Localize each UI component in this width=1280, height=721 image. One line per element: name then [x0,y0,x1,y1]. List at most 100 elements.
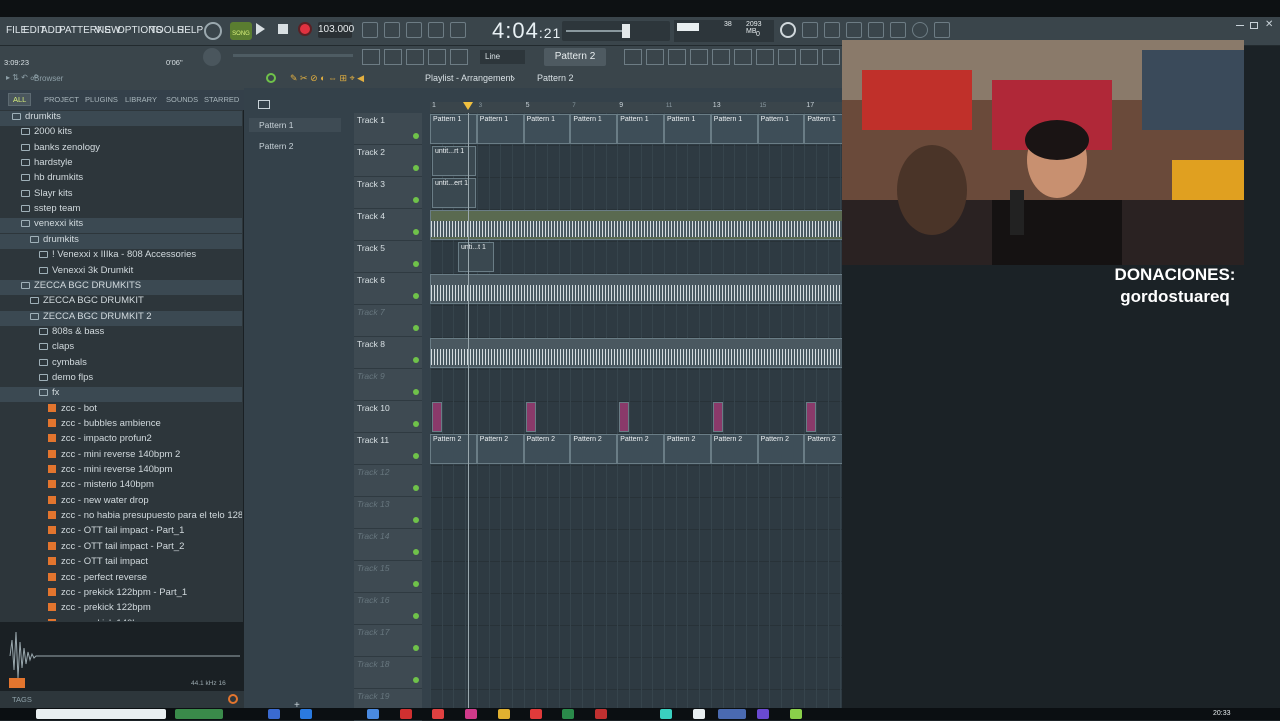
online-icon[interactable] [780,22,796,38]
pattern-2-clip[interactable]: Pattern 2 [523,434,571,464]
one-shot-clip-track-10[interactable] [432,402,442,432]
browser-file-item[interactable]: zcc - no habia presupuesto para el telo … [0,510,242,525]
track-mute-led[interactable] [413,517,419,523]
menu-help[interactable]: HELP [177,25,203,36]
stop-icon[interactable] [278,24,288,34]
browser-folder-item[interactable]: drumkits [0,111,242,126]
audio-clip-track-4[interactable] [430,210,850,240]
pattern-selector[interactable]: Pattern 2 [544,48,606,66]
tool-icons[interactable]: ✎ ✂ ⊘ ◐ ⇔ ⊞ ⌖ ◀ [290,73,364,84]
browser-folder-item[interactable]: banks zenology [0,142,242,157]
track-header[interactable]: Track 6 [354,273,422,305]
one-shot-clip-track-10[interactable] [712,402,723,432]
cpu-dial-icon[interactable] [204,22,222,40]
track-mute-led[interactable] [413,485,419,491]
browser-folder-item[interactable]: Venexxi 3k Drumkit [0,265,242,280]
track-mute-led[interactable] [413,133,419,139]
piano-icon[interactable] [668,49,686,65]
stamp-icon[interactable] [450,49,468,65]
browser-folder-item[interactable]: claps [0,341,242,356]
track-header[interactable]: Track 14 [354,529,422,561]
tempo-display[interactable]: 103.000 [318,22,354,38]
pattern-item-1[interactable]: Pattern 1 [249,118,341,132]
pattern-1-clip[interactable]: Pattern 1 [523,114,571,144]
audio-clip-track-2[interactable]: untit...rt 1 [432,146,476,176]
track-header[interactable]: Track 8 [354,337,422,369]
track-mute-led[interactable] [413,645,419,651]
browser-folder-item[interactable]: ZECCA BGC DRUMKIT 2 [0,310,242,326]
file-icon[interactable] [734,49,752,65]
pattern-2-clip[interactable]: Pattern 2 [757,434,805,464]
taskbar-app6-icon[interactable] [562,709,574,719]
track-header[interactable]: Track 5 [354,241,422,273]
volume-handle[interactable] [622,24,630,38]
browser-folder-item[interactable]: hardstyle [0,157,242,172]
browser-file-item[interactable]: zcc - OTT tail impact - Part_2 [0,541,242,556]
taskbar-chrome-icon[interactable] [530,709,542,719]
pattern-1-clip[interactable]: Pattern 1 [476,114,524,144]
close-icon[interactable]: ✕ [1265,19,1273,30]
track-mute-led[interactable] [413,357,419,363]
track-header[interactable]: Track 17 [354,625,422,657]
taskbar-app2-icon[interactable] [400,709,412,719]
song-mode-toggle[interactable]: SONG [230,22,252,40]
track-mute-led[interactable] [413,677,419,683]
tab-starred[interactable]: STARRED [204,95,239,104]
countdown-icon[interactable] [406,22,422,38]
track-mute-led[interactable] [413,293,419,299]
step-edit-icon[interactable] [428,22,444,38]
taskbar-app4-icon[interactable] [465,709,477,719]
browser-folder-item[interactable]: 2000 kits [0,126,242,141]
track-header[interactable]: Track 9 [354,369,422,401]
tools-icon[interactable] [802,22,818,38]
channel-rack-icon[interactable] [646,49,664,65]
pattern-1-clip[interactable]: Pattern 1 [710,114,758,144]
audio-clip-track-3[interactable]: untit...ert 1 [432,178,476,208]
taskbar-app3-icon[interactable] [432,709,444,719]
metronome-icon[interactable] [362,22,378,38]
browser-folder-item[interactable]: 808s & bass [0,326,242,341]
master-pitch-slider[interactable] [233,54,353,57]
browser-file-item[interactable]: zcc - prekick 140bpm [0,618,242,621]
pattern-1-clip[interactable]: Pattern 1 [664,114,711,144]
browser-file-item[interactable]: zcc - misterio 140bpm [0,479,242,494]
taskbar-app7-icon[interactable] [595,709,607,719]
browser-file-item[interactable]: zcc - perfect reverse [0,572,242,587]
pattern-2-clip[interactable]: Pattern 2 [710,434,758,464]
browser-folder-item[interactable]: cymbals [0,357,242,372]
maximize-icon[interactable] [1250,22,1258,29]
taskbar-explorer-icon[interactable] [268,709,280,719]
track-mute-led[interactable] [413,453,419,459]
pattern-1-clip[interactable]: Pattern 1 [757,114,805,144]
browser-file-item[interactable]: zcc - OTT tail impact - Part_1 [0,525,242,540]
taskbar-search[interactable] [36,709,166,719]
tab-library[interactable]: LIBRARY [125,95,157,104]
browser-file-item[interactable]: zcc - new water drop [0,495,242,510]
track-header[interactable]: Track 7 [354,305,422,337]
track-header[interactable]: Track 13 [354,497,422,529]
playlist-icon[interactable] [624,49,642,65]
track-mute-led[interactable] [413,165,419,171]
search-icon[interactable] [228,694,238,704]
browser-folder-item[interactable]: sstep team [0,203,242,218]
piano-roll-icon[interactable] [362,49,380,65]
pattern-2-clip[interactable]: Pattern 2 [617,434,664,464]
wait-input-icon[interactable] [384,22,400,38]
browser-icon[interactable] [712,49,730,65]
save-icon[interactable] [868,22,884,38]
download-icon[interactable] [934,22,950,38]
arrow-tool-icon[interactable] [384,49,402,65]
browser-folder-item[interactable]: drumkits [0,233,242,249]
pattern-2-clip[interactable]: Pattern 2 [664,434,711,464]
browser-file-item[interactable]: zcc - OTT tail impact [0,556,242,571]
track-mute-led[interactable] [413,389,419,395]
browser-file-item[interactable]: zcc - bot [0,403,242,418]
track-header[interactable]: Track 3 [354,177,422,209]
playhead-marker[interactable] [463,102,473,110]
pattern-2-clip[interactable]: Pattern 2 [476,434,524,464]
browser-folder-item[interactable]: ! Venexxi x IIIka - 808 Accessories [0,249,242,264]
pencil-tool-icon[interactable] [406,49,424,65]
taskbar-edge-icon[interactable] [300,709,312,719]
piano-keys-icon[interactable] [258,100,270,109]
pointer-icon[interactable] [778,49,796,65]
